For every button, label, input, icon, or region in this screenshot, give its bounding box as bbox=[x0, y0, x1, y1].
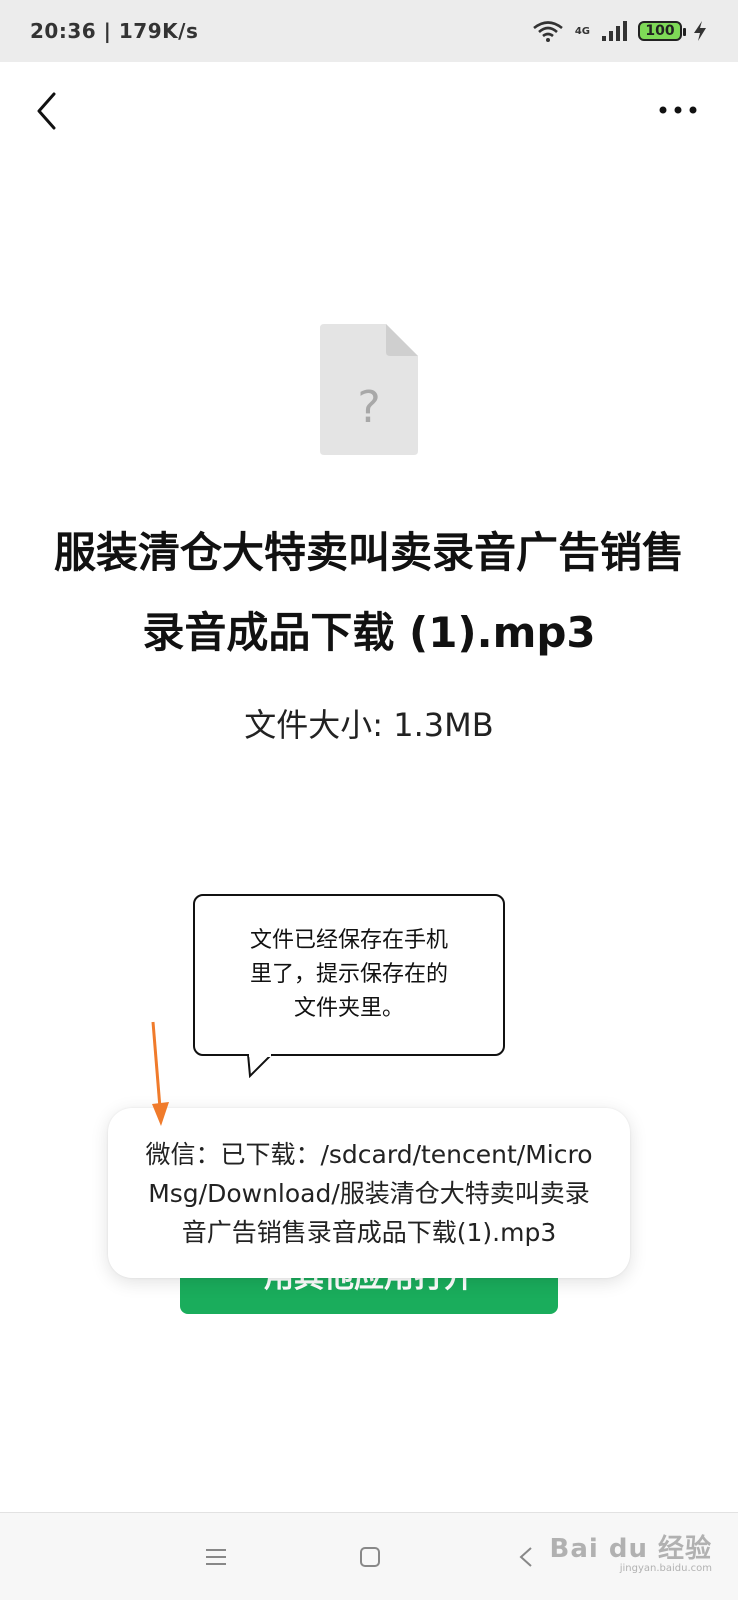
watermark-url: jingyan.baidu.com bbox=[619, 1563, 712, 1574]
bolt-icon bbox=[694, 21, 706, 41]
watermark-logo: Bai du 经验 bbox=[549, 1534, 712, 1564]
square-home-icon bbox=[360, 1547, 380, 1567]
triangle-back-icon bbox=[519, 1547, 532, 1567]
unknown-file-icon: ? bbox=[320, 324, 418, 455]
network-type-label: 4G bbox=[574, 25, 590, 37]
wifi-icon bbox=[533, 21, 563, 42]
file-size: 文件大小: 1.3MB bbox=[244, 706, 494, 744]
annotation-text: 文件已经保存在手机里了，提示保存在的文件夹里。 bbox=[249, 928, 448, 1021]
nav-menu-button[interactable] bbox=[196, 1537, 236, 1577]
chevron-left-icon bbox=[37, 92, 56, 130]
file-icon-glyph: ? bbox=[357, 382, 380, 433]
cellular-signal-icon bbox=[602, 21, 627, 41]
annotation-arrow bbox=[151, 1021, 169, 1126]
more-horizontal-icon bbox=[659, 106, 697, 114]
baidu-watermark: Bai du 经验 jingyan.baidu.com bbox=[550, 1528, 713, 1588]
back-button[interactable] bbox=[24, 86, 68, 136]
file-preview-screen: 20:36 | 179K/s 4G 100 ? 服装清仓大特卖叫卖录音广告销售录… bbox=[0, 0, 738, 1600]
toast-message: 微信：已下载：/sdcard/tencent/MicroMsg/Download… bbox=[145, 1139, 593, 1247]
battery-indicator: 100 bbox=[638, 21, 686, 41]
file-name: 服装清仓大特卖叫卖录音广告销售录音成品下载 (1).mp3 bbox=[53, 528, 684, 657]
nav-back-button[interactable] bbox=[506, 1537, 546, 1577]
status-bar: 20:36 | 179K/s 4G 100 bbox=[0, 0, 738, 62]
status-time-speed: 20:36 | 179K/s bbox=[30, 19, 199, 43]
download-toast: 微信：已下载：/sdcard/tencent/MicroMsg/Download… bbox=[108, 1108, 630, 1278]
annotation-callout: 文件已经保存在手机里了，提示保存在的文件夹里。 bbox=[193, 894, 505, 1056]
callout-tail bbox=[247, 1054, 273, 1078]
more-options-button[interactable] bbox=[648, 90, 708, 130]
status-icons: 4G 100 bbox=[531, 19, 708, 43]
nav-home-button[interactable] bbox=[350, 1537, 390, 1577]
menu-icon bbox=[206, 1549, 226, 1565]
